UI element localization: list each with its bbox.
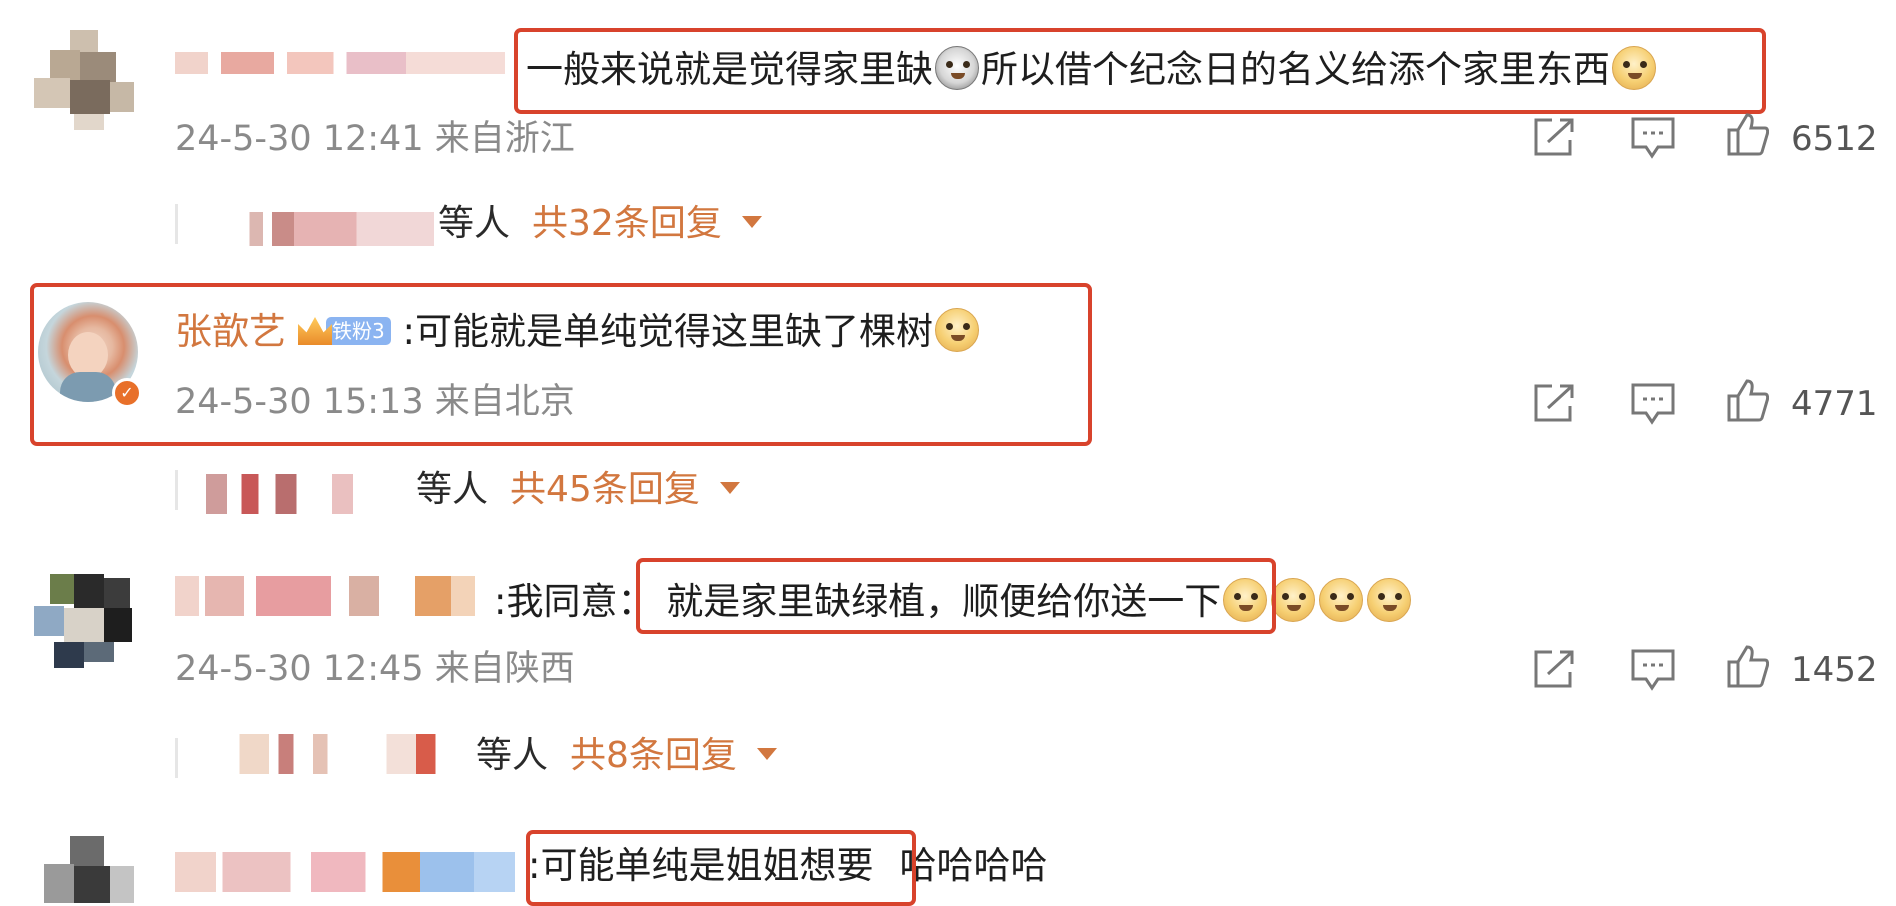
like-count: 6512 xyxy=(1791,119,1878,159)
avatar[interactable] xyxy=(34,836,134,903)
caret-down-icon xyxy=(741,216,762,228)
dog-emoji xyxy=(1223,577,1268,622)
username[interactable]: 张歆艺 xyxy=(175,310,286,353)
comment-icon[interactable] xyxy=(1630,116,1676,164)
like-icon[interactable] xyxy=(1727,644,1770,692)
caret-down-icon xyxy=(719,482,740,494)
avatar[interactable] xyxy=(34,570,134,670)
like-icon[interactable] xyxy=(1727,112,1770,160)
reply-divider xyxy=(175,738,178,778)
reply-avatars-blurred xyxy=(185,474,395,514)
comment-text: :可能单纯是姐姐想要 哈哈哈哈 xyxy=(528,844,1048,887)
comment-text: :我同意： 就是家里缺绿植，顺便给你送一下 xyxy=(494,577,1413,626)
dog-emoji xyxy=(1319,577,1364,622)
dog-emoji xyxy=(934,307,979,352)
comment-meta: 24-5-30 12:45 来自陕西 xyxy=(175,649,575,689)
like-icon[interactable] xyxy=(1727,378,1770,426)
share-icon[interactable] xyxy=(1532,382,1578,428)
comment-text: 张歆艺 铁粉3 :可能就是单纯觉得这里缺了棵树 xyxy=(175,306,981,358)
share-icon[interactable] xyxy=(1532,116,1578,162)
username-blurred[interactable] xyxy=(175,852,515,892)
comment-icon[interactable] xyxy=(1630,382,1676,430)
dog-emoji xyxy=(1612,45,1656,90)
comment-icon[interactable] xyxy=(1630,648,1676,696)
share-icon[interactable] xyxy=(1532,648,1578,694)
dog-emoji xyxy=(1271,577,1316,622)
reply-summary[interactable]: 等人 共32条回复 xyxy=(438,202,762,246)
like-count: 1452 xyxy=(1791,650,1878,690)
fan-badge[interactable]: 铁粉3 xyxy=(298,306,391,354)
reply-divider xyxy=(175,470,178,510)
comment-meta: 24-5-30 15:13 来自北京 xyxy=(175,382,575,422)
comment-text: 一般来说就是觉得家里缺 所以借个纪念日的名义给添个家里东西 xyxy=(526,45,1658,94)
verified-icon: ✓ xyxy=(112,378,142,408)
reply-summary[interactable]: 等人 共45条回复 xyxy=(416,468,740,512)
caret-down-icon xyxy=(756,748,777,760)
comment-meta: 24-5-30 12:41 来自浙江 xyxy=(175,119,575,159)
avatar[interactable] xyxy=(34,30,134,130)
reply-summary[interactable]: 等人 共8条回复 xyxy=(476,734,777,778)
username-blurred[interactable] xyxy=(175,576,475,616)
reply-divider xyxy=(175,204,178,244)
dog-emoji xyxy=(1367,577,1412,622)
reply-avatars-blurred xyxy=(212,212,434,246)
like-count: 4771 xyxy=(1791,384,1878,424)
reply-avatars-blurred xyxy=(210,734,455,774)
husky-emoji xyxy=(935,45,979,90)
username-blurred[interactable] xyxy=(175,52,505,74)
